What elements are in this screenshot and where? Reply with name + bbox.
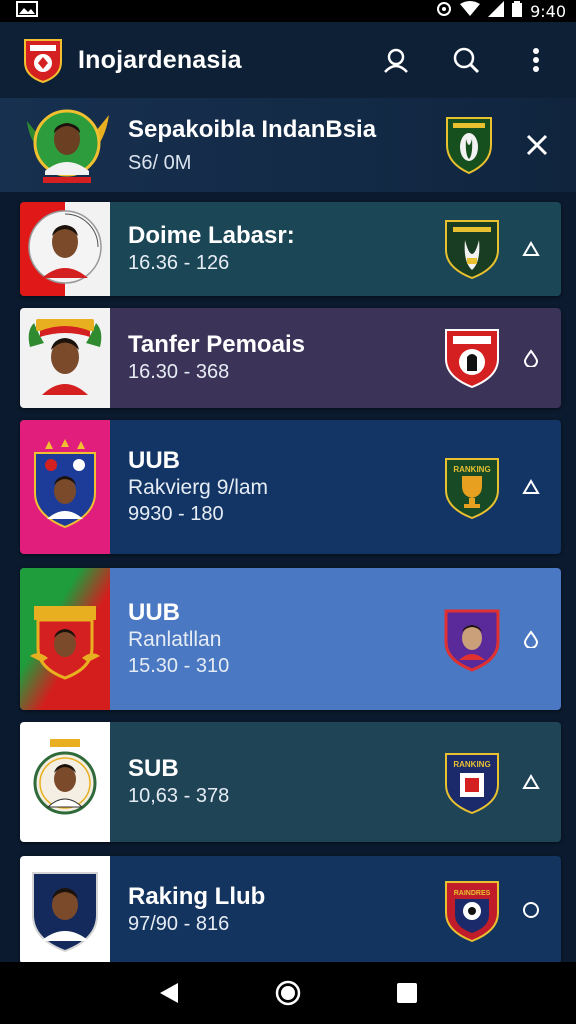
list-item[interactable]: UUB Rakvierg 9/lam 9930 - 180 RANKING [20,420,561,554]
app-bar: Inojardenasia [0,22,576,98]
card-title: UUB [128,447,180,474]
triangle-up-icon[interactable] [519,770,543,794]
ranking-trophy-icon: RANKING [443,456,501,520]
list-item[interactable]: UUB Ranlatllan 15.30 - 310 [20,568,561,710]
card-title: Doime Labasr: [128,222,295,249]
crest-label: RAINDRES [454,890,491,897]
system-nav-bar [0,962,576,1024]
featured-banner[interactable]: Sepakoibla IndanBsia S6/ 0M [0,98,576,192]
player-thumb [20,722,110,842]
player-thumb [20,308,110,408]
circle-icon[interactable] [519,898,543,922]
featured-subtitle: S6/ 0M [128,151,192,174]
card-score: 16.36 - 126 [128,252,230,274]
app-logo-icon[interactable] [22,36,64,84]
gallery-icon [16,0,38,22]
back-icon[interactable] [149,973,189,1013]
card-score: 97/90 - 816 [128,913,230,935]
list-item[interactable]: SUB 10,63 - 378 RANKING [20,722,561,842]
player-badge-icon [28,592,102,687]
card-score: 10,63 - 378 [128,785,230,807]
status-time: 9:40 [530,1,566,21]
card-score: 9930 - 180 [128,503,224,525]
player-badge-icon [30,735,100,830]
card-title: SUB [128,755,179,782]
card-title: Tanfer Pemoais [128,331,305,358]
player-thumb [20,856,110,964]
app-title: Inojardenasia [78,45,242,74]
card-title: UUB [128,599,180,626]
player-thumb [20,568,110,710]
list-item[interactable]: Raking Llub 97/90 - 816 RAINDRES [20,856,561,964]
wifi-icon [460,1,481,21]
search-icon[interactable] [446,40,486,80]
more-vert-icon[interactable] [516,40,556,80]
list-item[interactable]: Doime Labasr: 16.36 - 126 [20,202,561,296]
card-score: 15.30 - 310 [128,655,230,677]
recents-icon[interactable] [387,973,427,1013]
featured-player-badge-icon [22,105,112,185]
triangle-up-icon[interactable] [519,237,543,261]
card-score: 16.30 - 368 [128,361,230,383]
alarm-icon [436,1,452,21]
player-badge-icon [27,863,103,958]
triangle-up-icon[interactable] [519,475,543,499]
player-avatar-icon [26,208,104,291]
card-title: Raking Llub [128,883,266,910]
club-crest-icon [443,218,501,280]
profile-icon[interactable] [376,40,416,80]
player-thumb [20,420,110,554]
list-item[interactable]: Tanfer Pemoais 16.30 - 368 [20,308,561,408]
crest-label: RANKING [453,760,490,769]
ranking-crest-icon: RANKING [443,751,501,815]
club-crest-icon [444,115,494,175]
home-icon[interactable] [268,973,308,1013]
card-subtitle: Rakvierg 9/lam [128,476,269,499]
player-thumb [20,202,110,296]
battery-icon [512,1,523,21]
card-subtitle: Ranlatllan [128,628,222,651]
featured-title: Sepakoibla IndanBsia [128,115,377,143]
drop-icon[interactable] [519,627,543,651]
club-crest-icon: RAINDRES [443,879,501,943]
crest-label: RANKING [453,465,490,474]
status-bar: 9:40 [0,0,576,22]
close-icon[interactable] [522,130,552,160]
drop-icon[interactable] [519,346,543,370]
player-badge-icon [31,438,99,536]
player-badge-icon [24,313,106,404]
signal-icon [488,1,505,21]
club-crest-icon [443,327,501,389]
club-crest-icon [443,608,501,672]
